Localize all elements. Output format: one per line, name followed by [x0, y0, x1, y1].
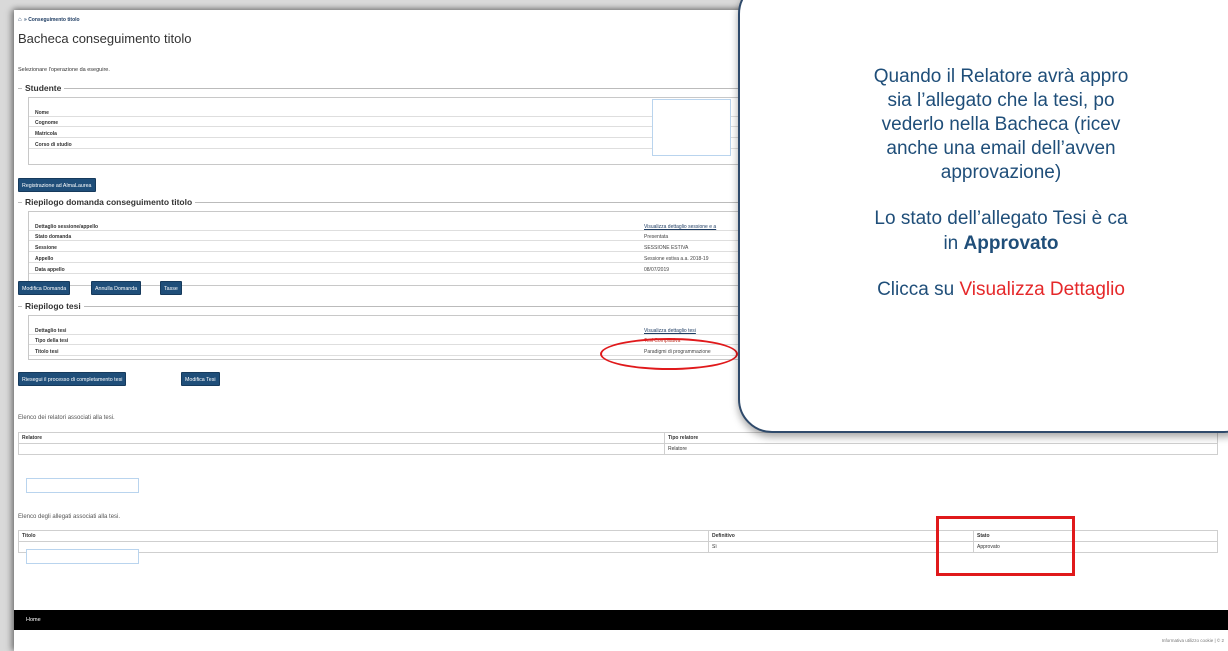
row-value: Sessione estiva a.a. 2018-19	[644, 256, 709, 262]
column-header: Tipo relatore	[664, 432, 1218, 444]
callout-line: approvazione)	[940, 162, 1062, 183]
row-label: Dettaglio tesi	[35, 328, 67, 334]
row-label: Cognome	[35, 120, 59, 126]
row-label: Data appello	[35, 267, 65, 273]
callout-status-value: Approvato	[963, 233, 1059, 254]
sessione-detail-link[interactable]: Visualizza dettaglio sessione e a	[644, 224, 716, 230]
page-title: Bacheca conseguimento titolo	[18, 31, 192, 46]
callout-line: sia l’allegato che la tesi, po	[887, 90, 1115, 111]
callout-click-prefix: Clicca su	[877, 279, 960, 300]
callout-status: in Approvato	[766, 233, 1228, 255]
table-cell: Relatore	[664, 443, 1218, 455]
breadcrumb-current: Conseguimento titolo	[28, 17, 80, 23]
redacted-student-data	[652, 99, 731, 156]
redacted-relatore-name	[26, 478, 139, 493]
footer-home-link[interactable]: Home	[26, 617, 41, 623]
domanda-legend: Riepilogo domanda conseguimento titolo	[22, 197, 196, 207]
callout-line: Quando il Relatore avrà appro	[873, 66, 1129, 87]
tasse-button[interactable]: Tasse	[160, 281, 182, 295]
highlight-box	[936, 516, 1075, 576]
cookie-link[interactable]: Informativa utilizzo cookie | © 2	[1162, 638, 1224, 643]
table-header: Relatore Tipo relatore	[18, 432, 1218, 444]
redacted-allegato-title	[26, 549, 139, 564]
tesi-detail-link[interactable]: Visualizza dettaglio tesi	[644, 328, 696, 334]
almalaurea-button[interactable]: Registrazione ad AlmaLaurea	[18, 178, 96, 192]
callout-status-line: Lo stato dell’allegato Tesi è ca	[874, 208, 1128, 229]
row-value: 08/07/2019	[644, 267, 670, 273]
column-header: Relatore	[18, 432, 665, 444]
tesi-legend: Riepilogo tesi	[22, 301, 84, 311]
callout-click-link: Visualizza Dettaglio	[959, 279, 1125, 300]
row-label: Tipo della tesi	[35, 338, 69, 344]
home-icon[interactable]: ⌂	[18, 17, 22, 23]
callout-line: anche una email dell’avven	[886, 138, 1116, 159]
footer-bar: Home	[14, 610, 1228, 630]
highlight-oval	[600, 338, 738, 370]
column-header: Definitivo	[708, 530, 974, 542]
table-row: Relatore	[18, 443, 1218, 455]
callout-status-prefix: in	[943, 233, 964, 254]
callout-line: vederlo nella Bacheca (ricev	[881, 114, 1121, 135]
modifica-tesi-button[interactable]: Modifica Tesi	[181, 372, 220, 386]
row-label: Matricola	[35, 131, 57, 137]
row-value: SESSIONE ESTIVA	[644, 245, 689, 251]
row-label: Dettaglio sessione/appello	[35, 224, 99, 230]
row-label: Titolo tesi	[35, 349, 59, 355]
row-label: Sessione	[35, 245, 57, 251]
row-label: Corso di studio	[35, 142, 72, 148]
column-header: Titolo	[18, 530, 709, 542]
allegati-caption: Elenco degli allegati associati alla tes…	[18, 514, 121, 520]
instruction-text: Selezionare l'operazione da eseguire.	[18, 67, 110, 73]
callout-click: Clicca su Visualizza Dettaglio	[766, 279, 1228, 301]
relatori-table: Relatore Tipo relatore Relatore	[18, 432, 1218, 455]
row-value: Presentata	[644, 234, 669, 240]
row-label: Nome	[35, 110, 49, 116]
breadcrumb: ⌂ » Conseguimento titolo	[18, 17, 80, 23]
table-cell: Sì	[708, 541, 974, 553]
annulla-domanda-button[interactable]: Annulla Domanda	[91, 281, 142, 295]
table-cell	[18, 443, 665, 455]
student-legend: Studente	[22, 83, 65, 93]
riesegui-processo-button[interactable]: Riesegui il processo di completamento te…	[18, 372, 127, 386]
modifica-domanda-button[interactable]: Modifica Domanda	[18, 281, 71, 295]
row-label: Appello	[35, 256, 54, 262]
relatori-caption: Elenco dei relatori associati alla tesi.	[18, 415, 115, 421]
row-label: Stato domanda	[35, 234, 72, 240]
